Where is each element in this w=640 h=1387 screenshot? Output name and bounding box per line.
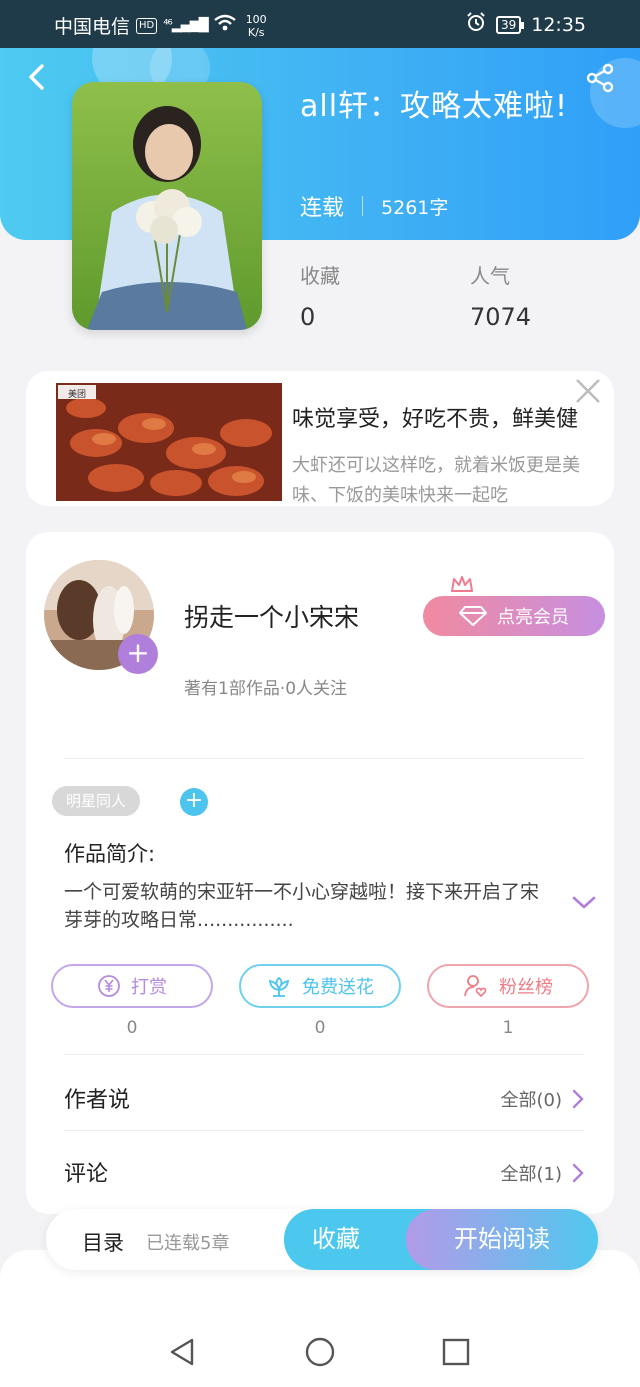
author-says-title: 作者说 — [64, 1088, 131, 1113]
book-title: all轩：攻略太难啦! — [300, 89, 569, 124]
ad-card[interactable]: 美团 味觉享受，好吃不贵，鲜美健 大虾还可以这样吃，就着米饭更是美 味、下饭的美… — [26, 371, 614, 506]
user-heart-icon — [464, 975, 487, 998]
vip-button[interactable]: 点亮会员 — [423, 596, 605, 636]
genre-tag[interactable]: 明星同人 — [52, 786, 141, 816]
expand-intro-button[interactable] — [572, 894, 596, 912]
stat-popularity: 人气 7074 — [470, 264, 532, 331]
chevron-down-icon — [572, 896, 596, 909]
network-type: ⁴⁶ — [163, 18, 172, 33]
circle-home-icon — [305, 1337, 335, 1367]
crown-icon — [450, 574, 474, 594]
send-flower-button[interactable]: 免费送花 — [239, 964, 401, 1008]
diamond-icon — [459, 606, 487, 626]
carrier-label: 中国电信 — [54, 16, 131, 38]
word-count: 5261字 — [381, 196, 449, 219]
hd-badge: HD — [136, 17, 158, 34]
battery-icon: 39 — [495, 15, 525, 34]
reward-button-label: 打赏 — [131, 977, 167, 998]
follow-author-button[interactable]: + — [118, 634, 158, 674]
serial-status: 连载 — [300, 196, 345, 221]
ad-title: 味觉享受，好吃不贵，鲜美健 — [292, 407, 579, 432]
fan-count: 1 — [502, 1018, 514, 1038]
vip-button-label: 点亮会员 — [497, 607, 569, 628]
divider — [362, 196, 364, 216]
clock: 12:35 — [531, 13, 586, 36]
nav-back-button[interactable] — [166, 1336, 198, 1368]
reward-button[interactable]: 打赏 — [51, 964, 213, 1008]
chevron-right-icon — [572, 1089, 584, 1109]
chevron-right-icon — [572, 1163, 584, 1183]
divider — [64, 758, 584, 759]
send-flower-button-label: 免费送花 — [302, 977, 374, 998]
ad-close-button[interactable] — [574, 377, 602, 405]
nav-home-button[interactable] — [304, 1336, 336, 1368]
square-recents-icon — [442, 1338, 470, 1366]
ad-brand: 美团 — [68, 390, 87, 400]
flower-count: 0 — [314, 1018, 326, 1038]
wifi-icon — [213, 14, 236, 37]
close-icon — [576, 379, 600, 403]
author-says-row[interactable]: 作者说 全部(0) — [64, 1078, 584, 1118]
back-button[interactable] — [22, 62, 52, 92]
status-bar: 中国电信 HD ⁴⁶▂▄▆█ 100 K/s 39 12:35 — [0, 0, 640, 48]
book-detail-card: + 拐走一个小宋宋 著有1部作品·0人关注 点亮会员 明星同人 + 作品简介: … — [26, 532, 614, 1214]
book-cover[interactable] — [72, 82, 262, 330]
divider — [64, 1130, 584, 1131]
fan-ranking-button-label: 粉丝榜 — [499, 977, 553, 998]
comments-more[interactable]: 全部(1) — [501, 1160, 585, 1186]
table-of-contents-button[interactable]: 目录 — [82, 1227, 124, 1257]
add-tag-button[interactable]: + — [180, 788, 208, 816]
comments-row[interactable]: 评论 全部(1) — [64, 1152, 584, 1192]
stat-favorites: 收藏 0 — [300, 264, 340, 331]
network-speed: 100 K/s — [245, 12, 267, 39]
nav-recents-button[interactable] — [440, 1336, 472, 1368]
intro-text: 一个可爱软萌的宋亚轩一不小心穿越啦！接下来开启了宋芽芽的攻略日常........… — [64, 881, 540, 931]
author-says-more[interactable]: 全部(0) — [501, 1086, 585, 1112]
book-stats: 收藏 0 人气 7074 — [300, 260, 600, 331]
intro-heading: 作品简介: — [64, 842, 156, 866]
reward-count: 0 — [126, 1018, 138, 1038]
author-name[interactable]: 拐走一个小宋宋 — [184, 598, 359, 634]
fan-ranking-button[interactable]: 粉丝榜 — [427, 964, 589, 1008]
comments-title: 评论 — [64, 1162, 109, 1187]
book-meta: 连载 5261字 — [300, 190, 448, 222]
alarm-icon — [466, 12, 486, 37]
triangle-back-icon — [170, 1338, 194, 1366]
start-reading-button[interactable]: 开始阅读 — [406, 1209, 598, 1270]
ad-image[interactable]: 美团 — [56, 383, 282, 501]
bottom-action-bar: 目录 已连载5章 收藏 开始阅读 — [46, 1209, 598, 1270]
divider — [64, 1054, 584, 1055]
author-info: 著有1部作品·0人关注 — [184, 679, 348, 699]
chevron-left-icon — [29, 64, 44, 90]
ad-description: 大虾还可以这样吃，就着米饭更是美 味、下饭的美味快来一起吃 — [292, 455, 580, 506]
flower-icon — [268, 976, 290, 997]
signal-icon: ⁴⁶▂▄▆█ — [163, 18, 208, 33]
yen-coin-icon — [98, 975, 120, 997]
chapter-count: 已连载5章 — [146, 1233, 230, 1254]
